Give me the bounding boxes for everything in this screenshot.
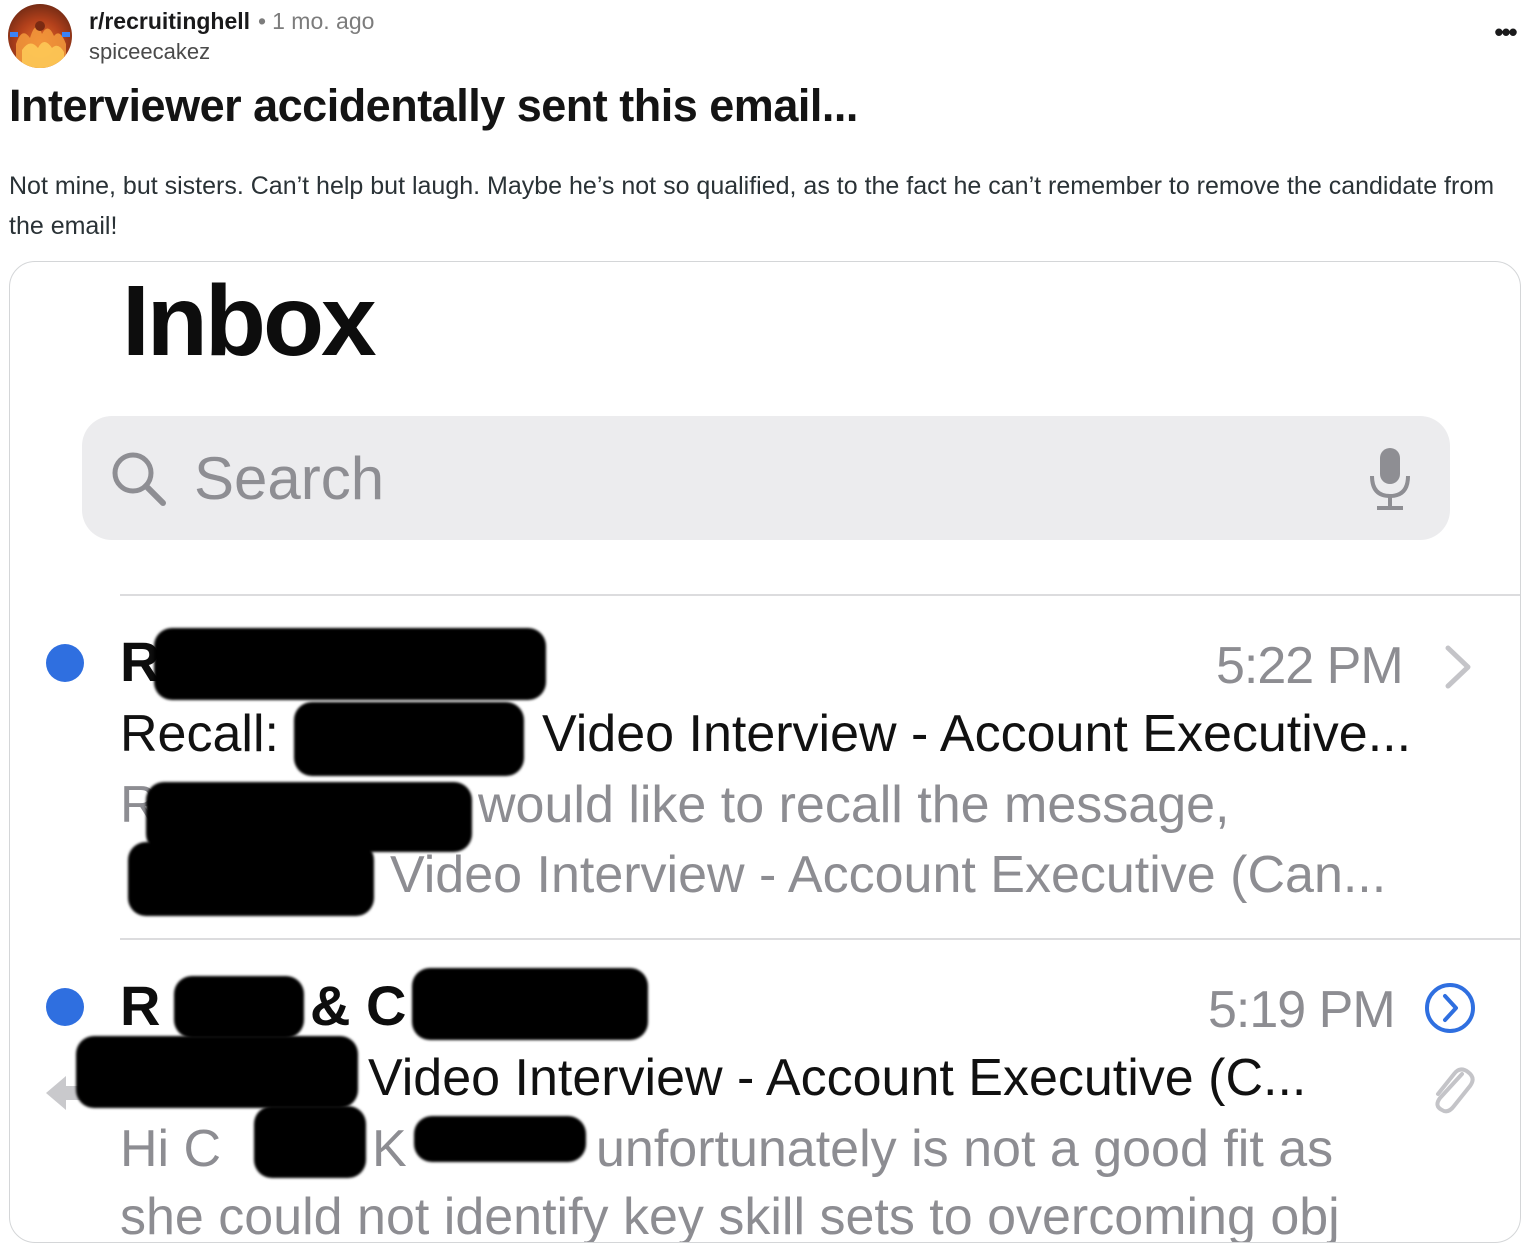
meta-separator: • (258, 8, 267, 34)
email-subject: Video Interview - Account Executive... (542, 705, 1412, 763)
chevron-right-icon[interactable] (1438, 642, 1478, 692)
subreddit-avatar[interactable] (8, 4, 72, 68)
author-link[interactable]: spiceecakez (89, 36, 374, 68)
redaction-bar (412, 968, 648, 1040)
redaction-bar (294, 702, 524, 776)
post-title[interactable]: Interviewer accidentally sent this email… (9, 78, 858, 134)
inbox-title: Inbox (122, 265, 377, 377)
email-preview-part: K (372, 1120, 407, 1178)
search-icon (112, 452, 166, 506)
redaction-bar (414, 1116, 586, 1162)
email-sender-part: & C (310, 974, 407, 1037)
post-meta-line: r/recruitinghell • 1 mo. ago (89, 6, 374, 36)
unread-indicator (46, 644, 84, 682)
email-sender: R (120, 974, 161, 1037)
email-preview-line2: she could not identify key skill sets to… (120, 1188, 1340, 1243)
redaction-bar (76, 1036, 358, 1108)
redaction-bar (174, 976, 304, 1038)
search-bar[interactable]: Search (82, 416, 1450, 540)
unread-indicator (46, 988, 84, 1026)
email-preview-part: Hi C (120, 1120, 222, 1178)
subreddit-link[interactable]: r/recruitinghell (89, 8, 250, 34)
email-preview: would like to recall the message, (478, 776, 1230, 834)
redaction-bar (154, 628, 546, 700)
email-subject: Video Interview - Account Executive (C..… (368, 1049, 1307, 1107)
microphone-icon[interactable] (1367, 446, 1413, 512)
circle-chevron-icon[interactable] (1422, 980, 1478, 1036)
redaction-bar (128, 842, 374, 916)
email-subject-prefix: Recall: (120, 705, 279, 763)
post-age: 1 mo. ago (272, 8, 375, 34)
more-options-button[interactable]: ••• (1488, 19, 1522, 52)
post-body: Not mine, but sisters. Can’t help but la… (9, 172, 1495, 240)
post-image[interactable]: Inbox Search R 5:22 PM Recall: Video Int… (9, 261, 1521, 1243)
email-time: 5:22 PM (1216, 637, 1404, 695)
email-preview-line2: Video Interview - Account Executive (Can… (390, 846, 1387, 904)
search-placeholder: Search (194, 445, 385, 512)
email-time: 5:19 PM (1208, 981, 1396, 1039)
redaction-bar (254, 1106, 366, 1178)
list-divider (120, 938, 1520, 940)
list-divider (120, 594, 1520, 596)
paperclip-icon (1435, 1067, 1475, 1114)
email-preview: unfortunately is not a good fit as (596, 1120, 1334, 1178)
email-row[interactable]: R & C 5:19 PM Video Interview - Account … (10, 956, 1520, 1243)
email-row[interactable]: R 5:22 PM Recall: Video Interview - Acco… (10, 612, 1520, 932)
post-meta: r/recruitinghell • 1 mo. ago spiceecakez (89, 6, 374, 68)
post-header: r/recruitinghell • 1 mo. ago spiceecakez •… (8, 4, 1522, 70)
